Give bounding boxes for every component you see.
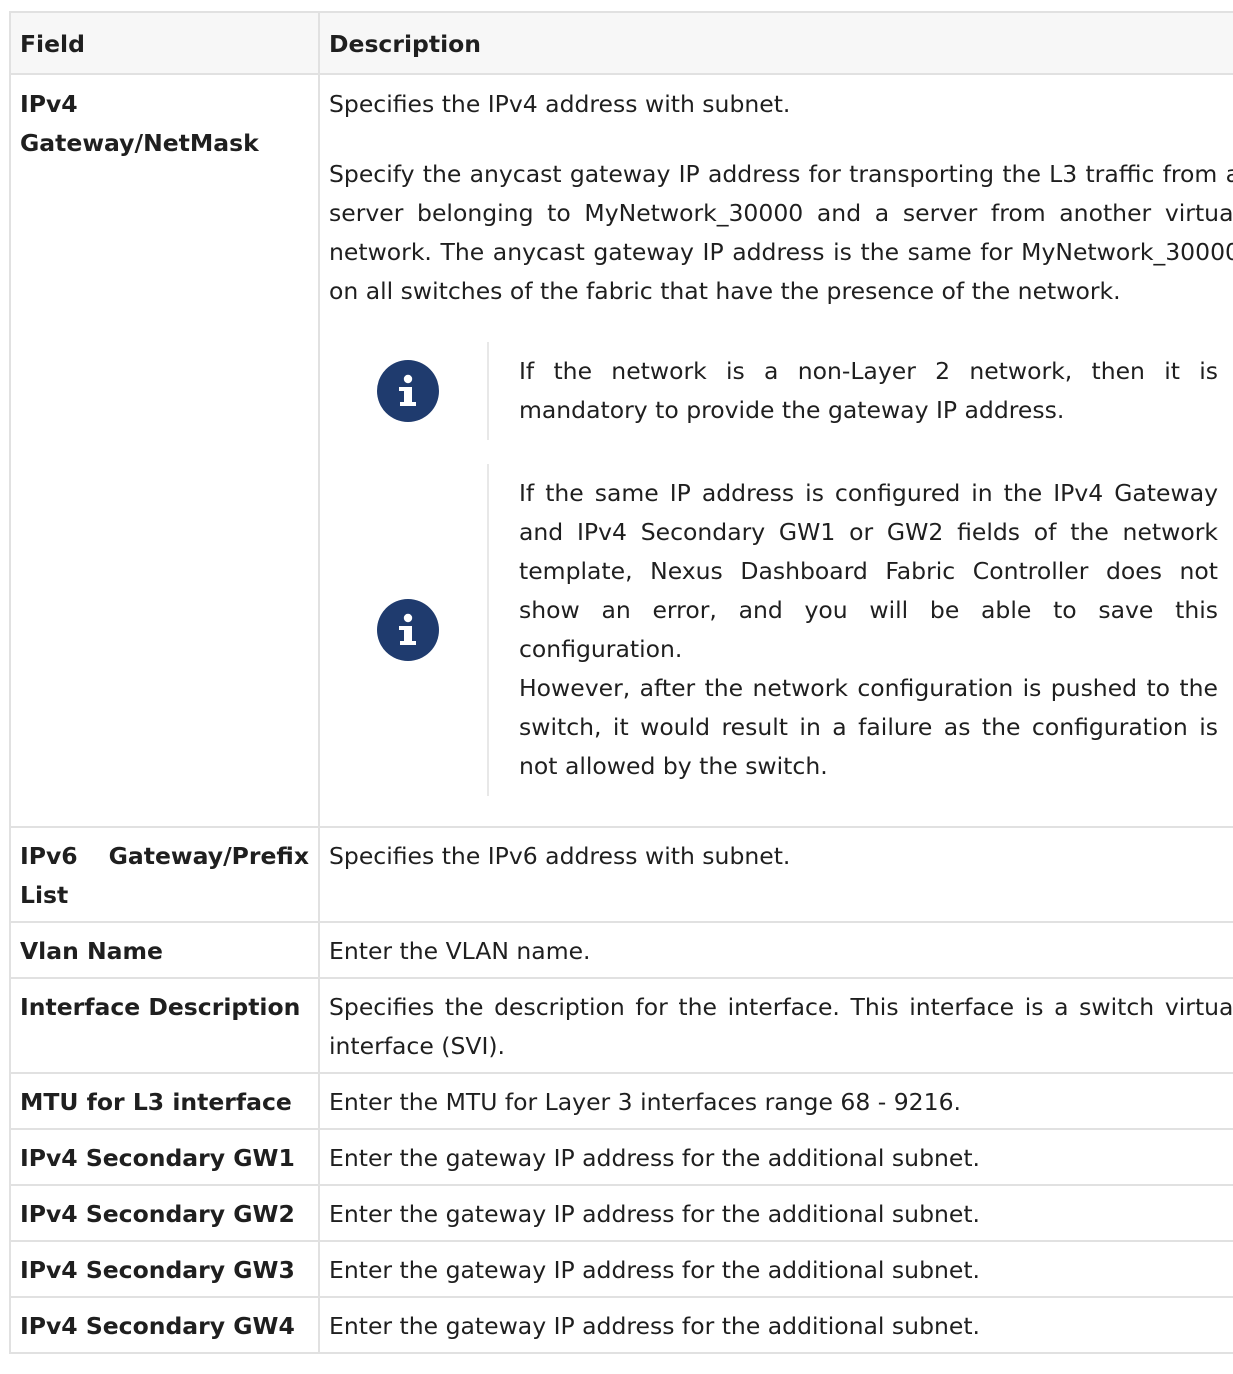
table-row: Interface Description Specifies the desc… — [9, 977, 1233, 1074]
field-name: MTU for L3 interface — [9, 1072, 320, 1130]
field-description: Specifies the IPv4 address with subnet. … — [318, 73, 1233, 828]
table-row: IPv4 Secondary GW1 Enter the gateway IP … — [9, 1128, 1233, 1186]
note-text-line: However, after the network configuration… — [519, 674, 1218, 780]
field-description: Enter the gateway IP address for the add… — [318, 1184, 1233, 1242]
note-callout: If the network is a non-Layer 2 network,… — [329, 342, 1233, 440]
description-paragraph: Specify the anycast gateway IP address f… — [329, 160, 1233, 305]
table-row: IPv4 Secondary GW4 Enter the gateway IP … — [9, 1296, 1233, 1354]
field-name: Vlan Name — [9, 921, 320, 979]
field-description: Enter the VLAN name. — [318, 921, 1233, 979]
field-name: Interface Description — [9, 977, 320, 1074]
field-description: Enter the MTU for Layer 3 interfaces ran… — [318, 1072, 1233, 1130]
note-callout: If the same IP address is configured in … — [329, 464, 1233, 796]
table-row: Vlan Name Enter the VLAN name. — [9, 921, 1233, 979]
note-text: If the same IP address is configured in … — [487, 464, 1218, 796]
field-description: Specifies the description for the interf… — [318, 977, 1233, 1074]
field-description-table: Field Description IPv4 Gateway/NetMask S… — [9, 11, 1233, 1354]
column-header-field: Field — [9, 11, 320, 75]
table-row: IPv4 Secondary GW2 Enter the gateway IP … — [9, 1184, 1233, 1242]
field-name: IPv4 Secondary GW4 — [9, 1296, 320, 1354]
note-text: If the network is a non-Layer 2 network,… — [487, 342, 1218, 440]
table-row: MTU for L3 interface Enter the MTU for L… — [9, 1072, 1233, 1130]
table-row: IPv4 Secondary GW3 Enter the gateway IP … — [9, 1240, 1233, 1298]
description-paragraph: Specifies the IPv4 address with subnet. — [329, 90, 791, 118]
field-description: Enter the gateway IP address for the add… — [318, 1240, 1233, 1298]
field-description: Enter the gateway IP address for the add… — [318, 1128, 1233, 1186]
field-name: IPv4 Secondary GW3 — [9, 1240, 320, 1298]
table-row: IPv6 Gateway/Prefix List Specifies the I… — [9, 826, 1233, 923]
field-name: IPv4 Gateway/NetMask — [9, 73, 320, 828]
table-header-row: Field Description — [9, 11, 1233, 75]
table-header: Field Description — [9, 11, 1233, 75]
field-description: Enter the gateway IP address for the add… — [318, 1296, 1233, 1354]
field-name: IPv6 Gateway/Prefix List — [9, 826, 320, 923]
column-header-description: Description — [318, 11, 1233, 75]
field-name: IPv4 Secondary GW1 — [9, 1128, 320, 1186]
note-text-line: If the same IP address is configured in … — [519, 479, 1218, 663]
table-row: IPv4 Gateway/NetMask Specifies the IPv4 … — [9, 73, 1233, 828]
info-icon — [377, 360, 439, 422]
field-name: IPv4 Secondary GW2 — [9, 1184, 320, 1242]
field-description: Specifies the IPv6 address with subnet. — [318, 826, 1233, 923]
info-icon — [377, 599, 439, 661]
